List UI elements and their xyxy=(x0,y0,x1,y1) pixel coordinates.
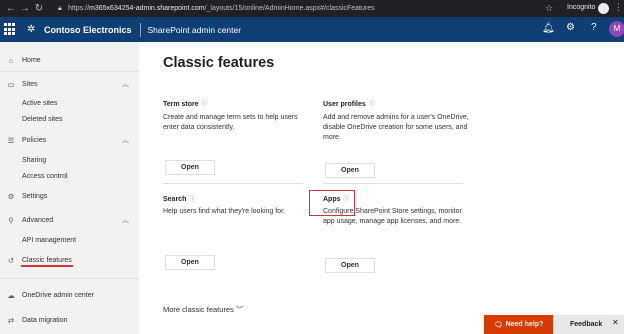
chevron-down-icon: ﹀ xyxy=(235,305,244,314)
info-icon[interactable]: ⓘ xyxy=(189,197,195,203)
nav-item-sites[interactable]: ▭ Sites ︿ xyxy=(0,76,139,92)
back-arrow-icon[interactable]: ← xyxy=(4,3,18,14)
browser-menu-icon[interactable]: ⋮ xyxy=(614,2,623,13)
home-icon: ⌂ xyxy=(8,55,14,65)
nav-item-active-sites[interactable]: Active sites xyxy=(0,95,139,111)
advanced-icon: ⚲ xyxy=(8,215,14,225)
reload-icon[interactable]: ↻ xyxy=(32,3,46,14)
brand-logo-icon: ✲ xyxy=(27,23,36,35)
nav-divider xyxy=(0,71,139,72)
open-term-store-button[interactable]: Open xyxy=(165,160,215,175)
chevron-up-icon[interactable]: ︿ xyxy=(122,135,129,145)
cloud-icon: ☁ xyxy=(7,290,15,300)
nav-divider xyxy=(0,278,139,279)
nav-item-settings[interactable]: ⚙ Settings xyxy=(0,188,139,204)
brand-name[interactable]: Contoso Electronics xyxy=(44,25,132,35)
chat-icon: 🗨︎ xyxy=(493,321,503,329)
nav-label: Home xyxy=(22,56,41,64)
apps-highlight-box xyxy=(309,190,355,216)
card-title-text: Search xyxy=(163,196,187,203)
card-title-term-store: Term store ⓘ xyxy=(163,99,208,108)
nav-item-policies[interactable]: ☰ Policies ︿ xyxy=(0,132,139,148)
url-path: /_layouts/15/online/AdminHome.aspx#/clas… xyxy=(204,5,375,12)
chevron-up-icon[interactable]: ︿ xyxy=(122,215,129,225)
more-features-label: More classic features xyxy=(163,305,234,314)
lock-icon: 🔒︎ xyxy=(58,4,62,12)
card-title-text: Term store xyxy=(163,101,199,108)
nav-label: Active sites xyxy=(22,99,58,107)
open-user-profiles-button[interactable]: Open xyxy=(325,163,375,178)
help-icon[interactable]: ? xyxy=(591,22,597,33)
user-avatar[interactable]: M xyxy=(609,21,624,37)
nav-item-onedrive-admin[interactable]: ☁ OneDrive admin center xyxy=(0,287,139,303)
migration-icon: ⇄ xyxy=(7,315,15,325)
need-help-label: Need help? xyxy=(505,321,544,328)
card-title-search: Search ⓘ xyxy=(163,194,195,203)
notification-bell-icon[interactable]: 🔔︎ xyxy=(542,23,555,34)
open-apps-button[interactable]: Open xyxy=(325,258,375,273)
nav-item-home[interactable]: ⌂ Home xyxy=(0,52,139,68)
nav-item-api-management[interactable]: API management xyxy=(0,232,139,248)
forward-arrow-icon[interactable]: → xyxy=(18,3,32,14)
history-icon: ↺ xyxy=(7,255,15,265)
nav-label: Access control xyxy=(22,172,68,180)
card-title-text: User profiles xyxy=(323,101,366,108)
sites-icon: ▭ xyxy=(7,79,15,89)
card-title-user-profiles: User profiles ⓘ xyxy=(323,99,375,108)
more-classic-features-link[interactable]: More classic features ﹀ xyxy=(163,304,243,315)
card-desc-term-store: Create and manage term sets to help user… xyxy=(163,114,298,131)
incognito-label: Incognito xyxy=(567,4,596,11)
feedback-label: Feedback xyxy=(570,321,603,328)
nav-label: OneDrive admin center xyxy=(22,291,94,299)
nav-label: Sites xyxy=(22,80,38,88)
info-icon[interactable]: ⓘ xyxy=(202,102,208,108)
need-help-button[interactable]: 🗨︎ Need help? xyxy=(484,315,553,334)
active-item-underline xyxy=(21,265,73,267)
nav-label: API management xyxy=(22,236,77,244)
card-desc-user-profiles: Add and remove admins for a user's OneDr… xyxy=(323,114,469,141)
nav-item-access-control[interactable]: Access control xyxy=(0,168,139,184)
open-search-button[interactable]: Open xyxy=(165,255,215,270)
suite-divider xyxy=(139,22,141,37)
nav-label: Classic features xyxy=(22,256,72,264)
left-navigation: ⌂ Home ▭ Sites ︿ Active sites Deleted si… xyxy=(0,42,139,334)
address-bar[interactable]: 🔒︎ https://m365x634254-admin.sharepoint.… xyxy=(58,2,536,15)
app-name[interactable]: SharePoint admin center xyxy=(148,25,242,35)
close-icon[interactable]: ✕ xyxy=(612,318,619,327)
card-desc-search: Help users find what they're looking for… xyxy=(163,208,285,215)
nav-item-deleted-sites[interactable]: Deleted sites xyxy=(0,111,139,127)
nav-item-data-migration[interactable]: ⇄ Data migration xyxy=(0,312,139,328)
nav-label: Advanced xyxy=(22,216,54,224)
nav-item-sharing[interactable]: Sharing xyxy=(0,152,139,168)
gear-icon: ⚙ xyxy=(7,191,15,201)
chevron-up-icon[interactable]: ︿ xyxy=(122,79,129,89)
policies-icon: ☰ xyxy=(7,135,15,145)
page-title: Classic features xyxy=(163,55,275,71)
card-divider xyxy=(323,183,463,184)
card-divider xyxy=(163,183,303,184)
nav-label: Data migration xyxy=(22,316,68,324)
nav-label: Sharing xyxy=(22,156,47,164)
url-prefix: https:// xyxy=(68,5,90,12)
info-icon[interactable]: ⓘ xyxy=(369,102,375,108)
nav-label: Policies xyxy=(22,136,47,144)
suite-bar: ✲ Contoso Electronics SharePoint admin c… xyxy=(0,17,624,42)
bookmark-star-icon[interactable]: ☆ xyxy=(545,3,553,14)
settings-gear-icon[interactable]: ⚙ xyxy=(566,22,575,33)
app-launcher-icon[interactable] xyxy=(4,23,17,36)
nav-label: Settings xyxy=(22,192,48,200)
nav-item-advanced[interactable]: ⚲ Advanced ︿ xyxy=(0,212,139,228)
nav-label: Deleted sites xyxy=(22,115,63,123)
browser-toolbar: ← → ↻ 🔒︎ https://m365x634254-admin.share… xyxy=(0,0,624,17)
url-host: m365x634254-admin.sharepoint.com xyxy=(89,5,205,12)
incognito-avatar-icon[interactable] xyxy=(598,3,609,14)
